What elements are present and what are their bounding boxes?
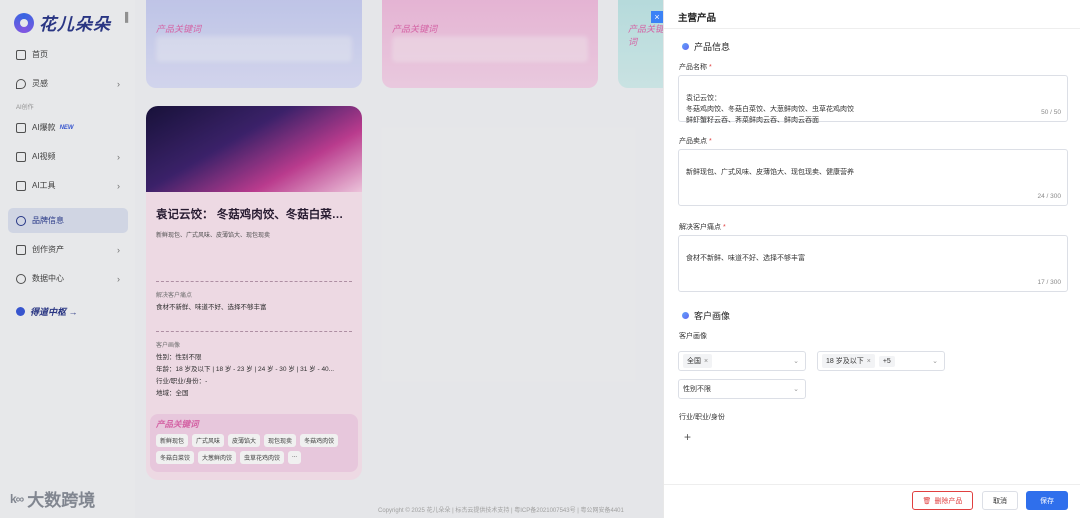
- age-select[interactable]: 18 岁及以下 × +5 ⌄: [817, 351, 945, 371]
- product-name-label: 产品名称 *: [679, 62, 712, 72]
- drawer-title: 主营产品: [678, 13, 717, 24]
- close-icon[interactable]: ×: [651, 11, 663, 23]
- save-button[interactable]: 保存: [1026, 491, 1068, 510]
- char-count: 24 / 300: [1037, 193, 1062, 200]
- tag-remove-icon[interactable]: ×: [704, 358, 708, 365]
- char-count: 17 / 300: [1037, 279, 1062, 286]
- persona-label: 客户画像: [679, 333, 707, 340]
- section-dot-icon: [682, 312, 689, 319]
- industry-label: 行业/职业/身份: [679, 414, 725, 421]
- required-mark: *: [708, 138, 712, 145]
- button-label: 删除产品: [934, 497, 963, 505]
- selling-points-value: 新鲜现包、广式风味、皮薄馅大、现包现卖、健康营养: [686, 169, 854, 176]
- label-text: 产品卖点: [679, 138, 707, 145]
- selling-points-label: 产品卖点 *: [679, 136, 712, 146]
- label-text: 产品名称: [679, 64, 707, 71]
- section-title: 客户画像: [694, 311, 731, 321]
- tag-label: 全国: [687, 358, 701, 365]
- chevron-down-icon: ⌄: [793, 358, 799, 365]
- chevron-down-icon: ⌄: [793, 386, 799, 393]
- gender-select[interactable]: 性别不限 ⌄: [678, 379, 806, 399]
- gender-value: 性别不限: [683, 386, 711, 393]
- char-count: 50 / 50: [1041, 109, 1061, 116]
- product-name-value: 袁记云饺： 冬菇鸡肉饺、冬菇白菜饺、大葱鲜肉饺、虫草花鸡肉饺 鲜虾蟹籽云吞、荠菜…: [686, 95, 854, 124]
- age-tag: 18 岁及以下 ×: [822, 354, 875, 368]
- modal-mask[interactable]: [0, 0, 663, 518]
- pain-points-label: 解决客户痛点 *: [679, 222, 726, 232]
- required-mark: *: [708, 64, 712, 71]
- product-name-field[interactable]: 袁记云饺： 冬菇鸡肉饺、冬菇白菜饺、大葱鲜肉饺、虫草花鸡肉饺 鲜虾蟹籽云吞、荠菜…: [678, 75, 1068, 124]
- pain-points-value: 食材不新鲜、味道不好、选择不够丰富: [686, 255, 805, 262]
- pain-points-field[interactable]: 食材不新鲜、味道不好、选择不够丰富 17 / 300: [678, 235, 1068, 292]
- cancel-button[interactable]: 取消: [982, 491, 1018, 510]
- section-persona: 客户画像: [682, 309, 730, 322]
- section-dot-icon: [682, 43, 689, 50]
- tag-remove-icon[interactable]: ×: [867, 358, 871, 365]
- drawer-footer: 🗑 删除产品 取消 保存: [664, 484, 1080, 518]
- region-tag: 全国 ×: [683, 354, 713, 368]
- more-tags-count: +5: [878, 355, 895, 367]
- region-select[interactable]: 全国 × ⌄: [678, 351, 806, 371]
- selling-points-field[interactable]: 新鲜现包、广式风味、皮薄馅大、现包现卖、健康营养 24 / 300: [678, 149, 1068, 206]
- divider: [664, 28, 1080, 29]
- product-drawer: 主营产品 产品信息 产品名称 * 袁记云饺： 冬菇鸡肉饺、冬菇白菜饺、大葱鲜肉饺…: [663, 0, 1080, 518]
- trash-icon: 🗑: [922, 497, 932, 505]
- delete-product-button[interactable]: 🗑 删除产品: [912, 491, 973, 510]
- section-product-info: 产品信息: [682, 40, 730, 53]
- required-mark: *: [722, 224, 726, 231]
- chevron-down-icon: ⌄: [932, 358, 938, 365]
- section-title: 产品信息: [694, 42, 731, 52]
- label-text: 解决客户痛点: [679, 224, 721, 231]
- tag-label: 18 岁及以下: [826, 358, 864, 365]
- add-industry-button[interactable]: +: [684, 430, 691, 444]
